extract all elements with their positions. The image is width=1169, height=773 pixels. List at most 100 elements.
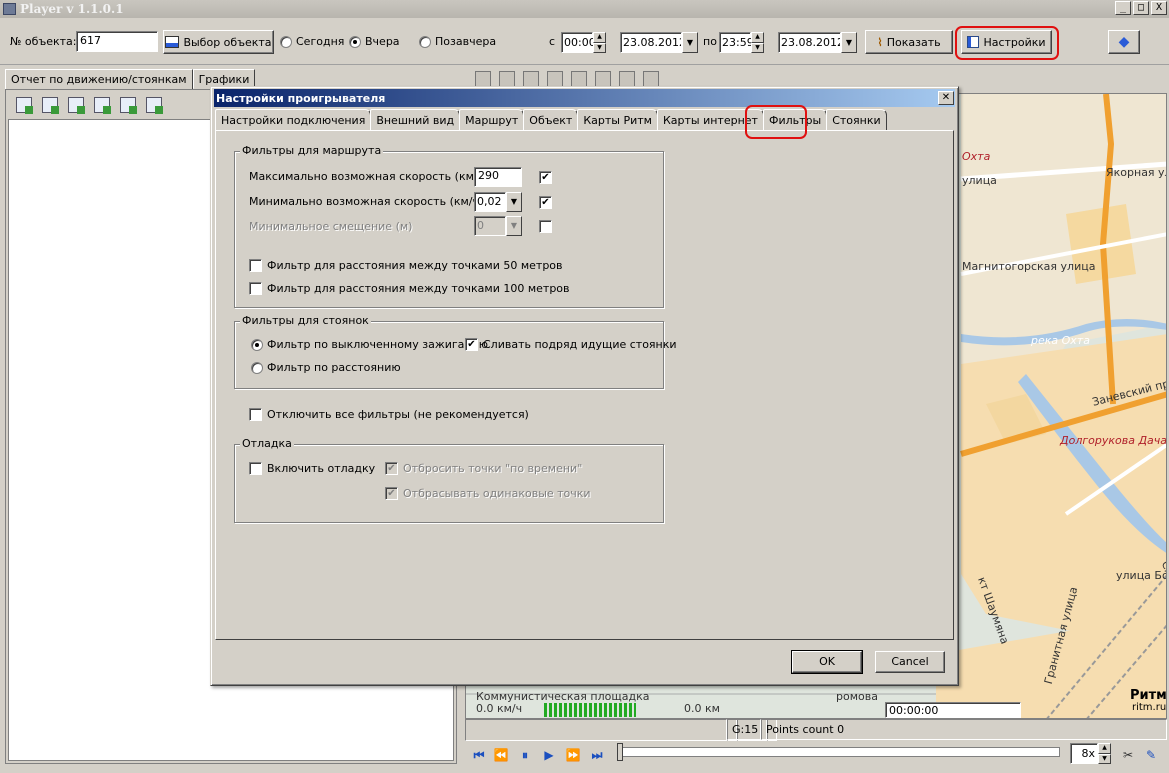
maximize-button[interactable]: □ xyxy=(1133,1,1149,15)
map-label: Ритм xyxy=(1130,688,1167,703)
tab-route[interactable]: Маршрут xyxy=(459,109,525,131)
drop-time-label: Отбросить точки "по времени" xyxy=(403,462,583,475)
min-speed-checkbox[interactable]: ✔ xyxy=(539,196,552,209)
cancel-button[interactable]: Cancel xyxy=(875,651,945,673)
zoom-out-icon[interactable] xyxy=(571,71,587,87)
dialog-close-icon[interactable]: ✕ xyxy=(938,91,954,105)
spin-down-icon[interactable]: ▼ xyxy=(593,42,606,53)
select-icon[interactable] xyxy=(523,71,539,87)
to-time-value[interactable]: 23:59 xyxy=(719,32,754,53)
tab-ritm-maps[interactable]: Карты Ритм xyxy=(577,109,658,131)
radio-yesterday-label: Вчера xyxy=(365,35,400,48)
drop-time-row[interactable]: ✔ Отбросить точки "по времени" xyxy=(385,462,582,475)
from-label: с xyxy=(549,35,556,48)
from-date-value[interactable]: 23.08.2012 xyxy=(620,32,682,53)
dialog-title: Настройки проигрывателя xyxy=(214,89,955,107)
chevron-down-icon[interactable]: ▼ xyxy=(682,32,698,53)
object-number-input[interactable]: 617 xyxy=(76,31,158,52)
ok-button[interactable]: OK xyxy=(791,650,863,674)
filter-50-checkbox[interactable] xyxy=(249,259,262,272)
spin-up-icon[interactable]: ▲ xyxy=(1098,743,1111,754)
chevron-down-icon[interactable]: ▼ xyxy=(506,216,522,236)
export-excel-icon[interactable] xyxy=(42,97,59,114)
filter-50-row[interactable]: Фильтр для расстояния между точками 50 м… xyxy=(249,259,563,272)
max-speed-checkbox[interactable]: ✔ xyxy=(539,171,552,184)
playback-speed-spinner[interactable]: 8x ▲ ▼ xyxy=(1070,743,1111,764)
close-button[interactable]: X xyxy=(1151,1,1167,15)
spin-up-icon[interactable]: ▲ xyxy=(593,32,606,43)
min-speed-value[interactable]: 0,02 xyxy=(474,192,506,212)
chevron-down-icon[interactable]: ▼ xyxy=(841,32,857,53)
map-label: ромова xyxy=(836,690,878,703)
tab-connection[interactable]: Настройки подключения xyxy=(215,109,372,131)
radio-before-yesterday-dot xyxy=(419,35,431,48)
spin-down-icon[interactable]: ▼ xyxy=(751,42,764,53)
tab-object[interactable]: Объект xyxy=(523,109,579,131)
skip-end-icon[interactable]: ⏭ xyxy=(589,747,605,763)
enable-debug-checkbox[interactable] xyxy=(249,462,262,475)
export-word-icon[interactable] xyxy=(94,97,111,114)
map-icon[interactable] xyxy=(475,71,491,87)
drop-time-checkbox[interactable]: ✔ xyxy=(385,462,398,475)
hand-icon[interactable] xyxy=(499,71,515,87)
tab-stops[interactable]: Стоянки xyxy=(826,109,887,131)
ruler-icon[interactable] xyxy=(619,71,635,87)
from-time-spinner[interactable]: 00:00 ▲ ▼ xyxy=(561,32,606,53)
min-speed-combo[interactable]: 0,02 ▼ xyxy=(474,192,522,212)
grid-icon[interactable] xyxy=(643,71,659,87)
merge-stops-row[interactable]: ✔ Сливать подряд идущие стоянки xyxy=(465,338,677,351)
min-shift-combo[interactable]: 0 ▼ xyxy=(474,216,522,236)
to-time-spinner[interactable]: 23:59 ▲ ▼ xyxy=(719,32,764,53)
spin-up-icon[interactable]: ▲ xyxy=(751,32,764,43)
disable-all-row[interactable]: Отключить все фильтры (не рекомендуется) xyxy=(249,408,529,421)
radio-before-yesterday[interactable]: Позавчера xyxy=(419,35,496,48)
minimize-button[interactable]: _ xyxy=(1115,1,1131,15)
spin-down-icon[interactable]: ▼ xyxy=(1098,753,1111,764)
radio-by-distance[interactable]: Фильтр по расстоянию xyxy=(251,361,401,374)
from-date-picker[interactable]: 23.08.2012 ▼ xyxy=(620,32,698,53)
min-shift-checkbox[interactable] xyxy=(539,220,552,233)
select-object-button[interactable]: Выбор объекта xyxy=(163,30,274,54)
playback-track[interactable] xyxy=(620,747,1060,757)
export-pdf-icon[interactable] xyxy=(68,97,85,114)
chevron-down-icon[interactable]: ▼ xyxy=(506,192,522,212)
export-xml-icon[interactable] xyxy=(146,97,163,114)
enable-debug-row[interactable]: Включить отладку xyxy=(249,462,375,475)
skip-start-icon[interactable]: ⏮ xyxy=(471,747,487,763)
export-html-icon[interactable] xyxy=(120,97,137,114)
pause-icon[interactable]: ⏸ xyxy=(517,747,533,763)
select-object-label: Выбор объекта xyxy=(183,35,272,49)
tab-movement-report[interactable]: Отчет по движению/стоянкам xyxy=(5,69,193,90)
merge-stops-checkbox[interactable]: ✔ xyxy=(465,338,478,351)
map-layer-button[interactable]: ◆ xyxy=(1108,30,1140,54)
playback-speed-value[interactable]: 8x xyxy=(1070,743,1098,764)
pen-icon[interactable]: ✎ xyxy=(1143,747,1159,763)
radio-by-ignition[interactable]: Фильтр по выключенному зажиганию xyxy=(251,338,488,351)
drop-same-checkbox[interactable]: ✔ xyxy=(385,487,398,500)
radio-today[interactable]: Сегодня xyxy=(280,35,344,48)
max-speed-input[interactable]: 290 xyxy=(474,167,522,187)
stop-filters-group: Фильтры для стоянок Фильтр по выключенно… xyxy=(234,314,677,389)
filter-100-checkbox[interactable] xyxy=(249,282,262,295)
from-time-value[interactable]: 00:00 xyxy=(561,32,596,53)
player-controls: ⏮ ⏪ ⏸ ▶ ⏩ ⏭ 8x ▲ ▼ ✂ ✎ xyxy=(465,741,1167,769)
drop-same-row[interactable]: ✔ Отбрасывать одинаковые точки xyxy=(385,487,591,500)
filter-100-row[interactable]: Фильтр для расстояния между точками 100 … xyxy=(249,282,570,295)
play-icon[interactable]: ▶ xyxy=(541,747,557,763)
zoom-in-icon[interactable] xyxy=(547,71,563,87)
radio-yesterday[interactable]: Вчера xyxy=(349,35,400,48)
scissors-icon[interactable]: ✂ xyxy=(1120,747,1136,763)
print-icon[interactable] xyxy=(16,97,33,114)
route-filters-title: Фильтры для маршрута xyxy=(240,144,384,157)
min-shift-value[interactable]: 0 xyxy=(474,216,506,236)
disable-all-checkbox[interactable] xyxy=(249,408,262,421)
to-date-picker[interactable]: 23.08.2012 ▼ xyxy=(778,32,857,53)
show-button[interactable]: ⌇ Показать xyxy=(865,30,953,54)
playback-thumb[interactable] xyxy=(617,743,623,761)
rewind-icon[interactable]: ⏪ xyxy=(493,747,509,763)
layers-icon[interactable] xyxy=(595,71,611,87)
to-date-value[interactable]: 23.08.2012 xyxy=(778,32,841,53)
tab-appearance[interactable]: Внешний вид xyxy=(370,109,461,131)
merge-stops-label: Сливать подряд идущие стоянки xyxy=(483,338,677,351)
fast-forward-icon[interactable]: ⏩ xyxy=(565,747,581,763)
